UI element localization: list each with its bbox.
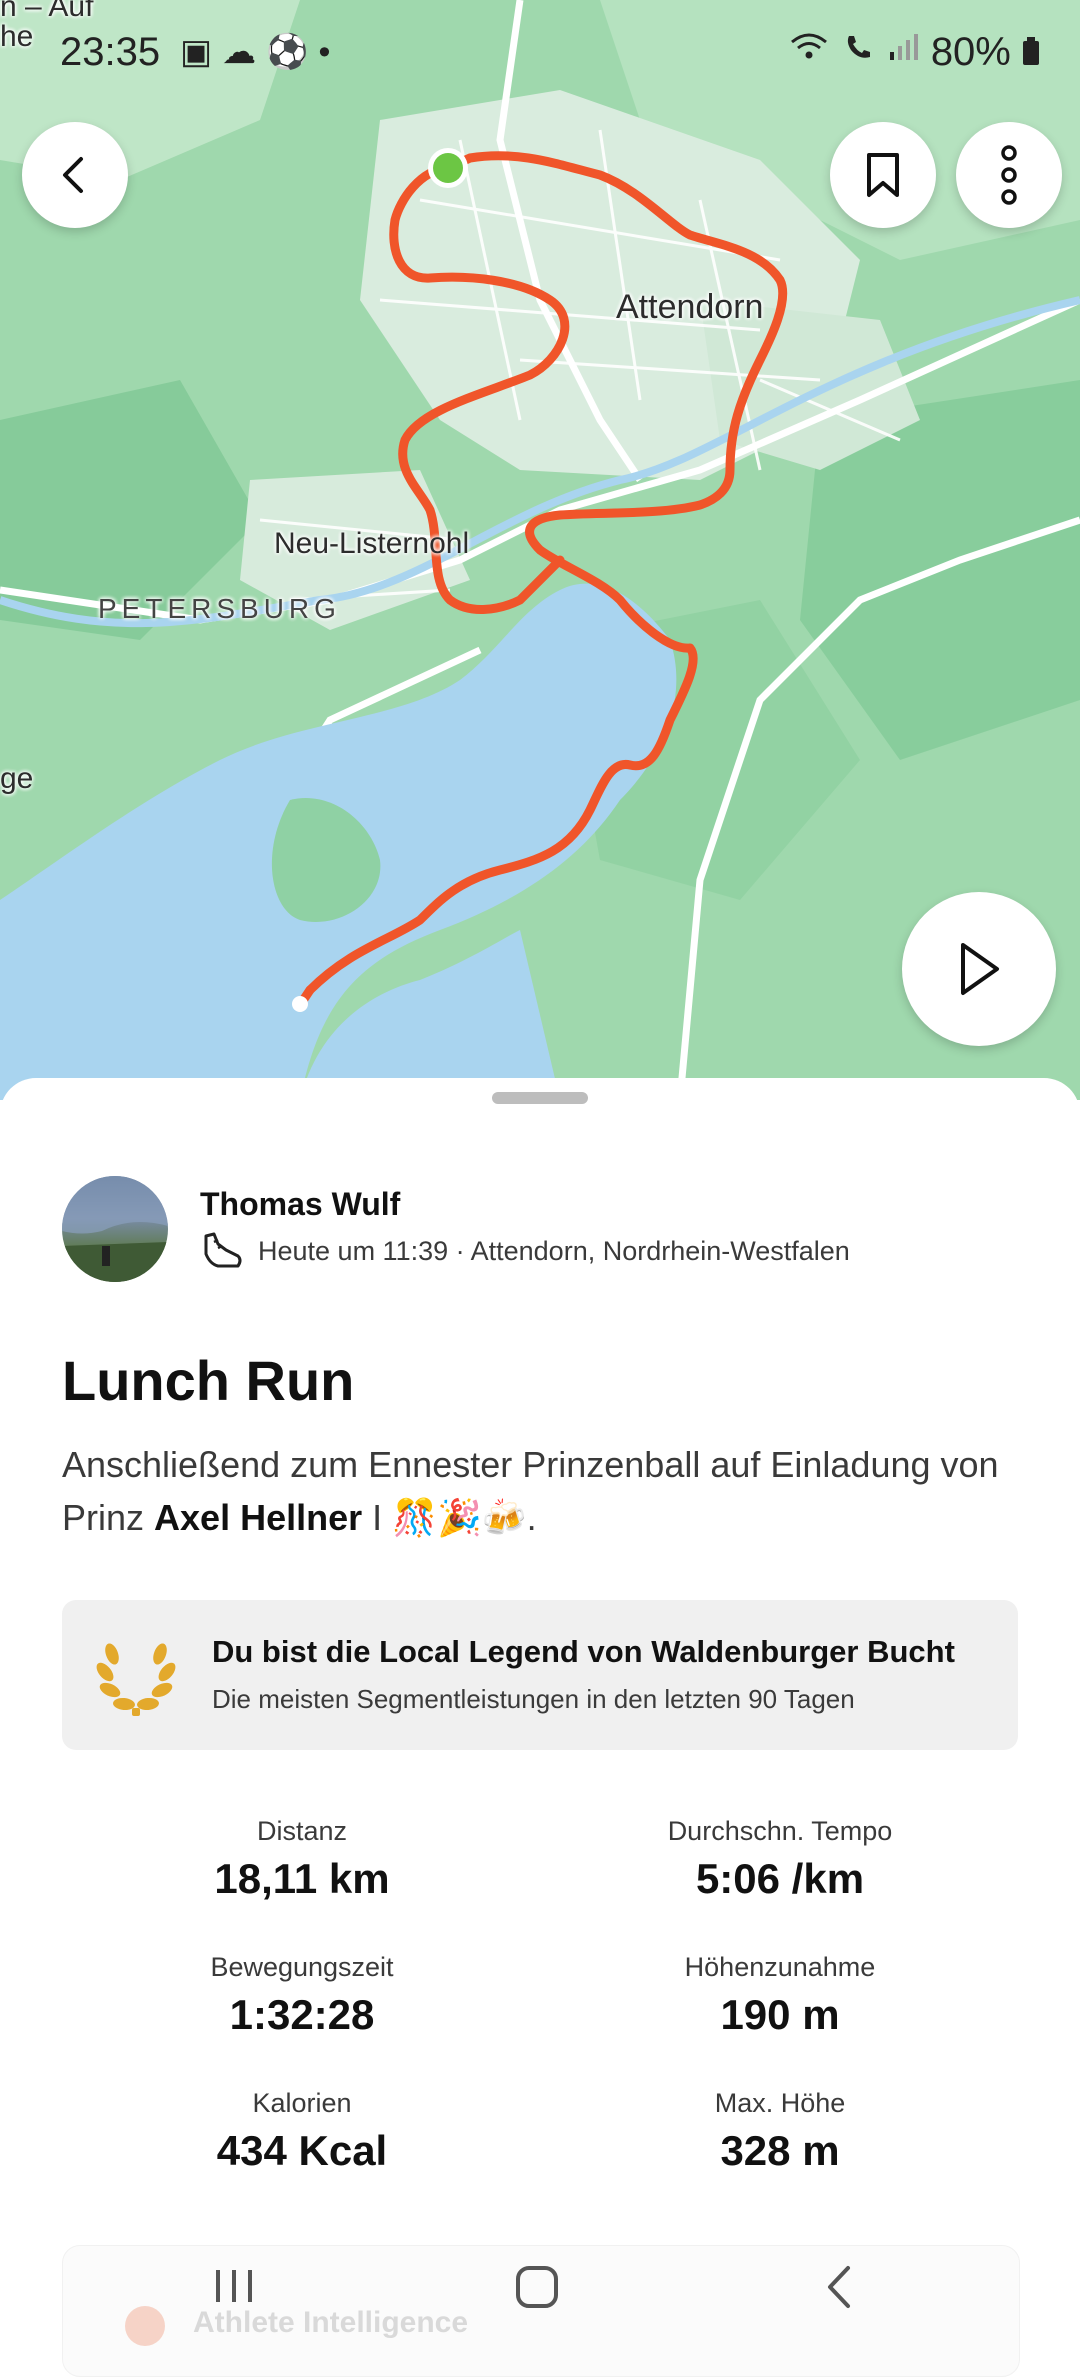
- battery-icon: [1022, 30, 1040, 74]
- activity-title: Lunch Run: [62, 1349, 355, 1412]
- play-flyover-button[interactable]: [902, 892, 1056, 1046]
- stat-moving-time: Bewegungszeit 1:32:28: [102, 1952, 502, 2039]
- soccer-icon: ⚽: [266, 33, 319, 71]
- activity-description: Anschließend zum Ennester Prinzenball au…: [62, 1438, 1022, 1544]
- home-icon: [516, 2266, 558, 2308]
- stat-label: Bewegungszeit: [210, 1952, 394, 1982]
- map-label-attendorn: Attendorn: [616, 288, 764, 326]
- dot-icon: •: [318, 33, 341, 71]
- home-button[interactable]: [514, 2264, 560, 2315]
- avatar[interactable]: [62, 1176, 168, 1282]
- system-back-button[interactable]: [824, 2264, 854, 2315]
- laurel-icon: [96, 1643, 176, 1716]
- bookmark-button[interactable]: [830, 122, 936, 228]
- athlete-name[interactable]: Thomas Wulf: [200, 1186, 400, 1223]
- stat-value: 434 Kcal: [216, 2127, 388, 2174]
- chevron-left-icon: [63, 157, 83, 193]
- map-label-petersburg: PETERSBURG: [98, 593, 341, 624]
- activity-sheet: Thomas Wulf Heute um 11:39 · Attendorn, …: [0, 1078, 1080, 2340]
- local-legend-title: Du bist die Local Legend von Waldenburge…: [212, 1634, 955, 1669]
- image-icon: ▣: [180, 33, 223, 71]
- notification-icons: ▣☁⚽•: [180, 32, 340, 72]
- stat-calories: Kalorien 434 Kcal: [102, 2088, 502, 2175]
- recent-apps-icon: [216, 2270, 252, 2302]
- stat-label: Max. Höhe: [714, 2088, 846, 2118]
- bookmark-icon: [867, 153, 899, 197]
- running-shoe-icon: [204, 1232, 242, 1268]
- stat-distance: Distanz 18,11 km: [102, 1816, 502, 1903]
- description-text-end: I 🎊🎉🍻.: [362, 1497, 537, 1538]
- stat-value: 328 m: [720, 2127, 840, 2174]
- stat-label: Distanz: [256, 1816, 348, 1846]
- battery-status: 80%: [931, 30, 1040, 75]
- battery-percent: 80%: [930, 30, 1011, 74]
- stat-value: 18,11 km: [214, 1855, 390, 1902]
- stat-label: Höhenzunahme: [684, 1952, 876, 1982]
- stat-label: Kalorien: [252, 2088, 352, 2118]
- map-label: ge: [0, 762, 34, 795]
- stat-value: 1:32:28: [229, 1991, 375, 2038]
- chevron-left-icon: [828, 2266, 850, 2308]
- stat-label: Durchschn. Tempo: [667, 1816, 893, 1846]
- activity-meta: Heute um 11:39 · Attendorn, Nordrhein-We…: [258, 1236, 850, 1266]
- stat-max-elevation: Max. Höhe 328 m: [580, 2088, 980, 2175]
- more-options-button[interactable]: [956, 122, 1062, 228]
- back-button[interactable]: [22, 122, 128, 228]
- status-time: 23:35: [60, 30, 161, 74]
- cloud-icon: ☁: [222, 33, 267, 71]
- local-legend-subtitle: Die meisten Segmentleistungen in den let…: [212, 1684, 855, 1714]
- stat-value: 5:06 /km: [695, 1855, 865, 1902]
- stat-elevation-gain: Höhenzunahme 190 m: [580, 1952, 980, 2039]
- recent-apps-button[interactable]: [212, 2266, 256, 2311]
- local-legend-banner[interactable]: Du bist die Local Legend von Waldenburge…: [62, 1600, 1018, 1750]
- call-icon: [843, 33, 888, 69]
- mentioned-athlete[interactable]: Axel Hellner: [154, 1497, 362, 1538]
- system-icons: [790, 32, 920, 70]
- play-icon: [961, 943, 999, 995]
- system-navigation-bar: [0, 2230, 1080, 2340]
- stat-average-pace: Durchschn. Tempo 5:06 /km: [580, 1816, 980, 1903]
- status-bar: 23:35 ▣☁⚽• 80%: [0, 0, 1080, 110]
- map-label-neu-listernohl: Neu-Listernohl: [274, 527, 470, 560]
- more-vertical-icon: [1001, 145, 1017, 205]
- stat-value: 190 m: [720, 1991, 840, 2038]
- sheet-drag-handle[interactable]: [492, 1092, 588, 1104]
- wifi-icon: [790, 33, 843, 69]
- signal-icon: [888, 33, 920, 69]
